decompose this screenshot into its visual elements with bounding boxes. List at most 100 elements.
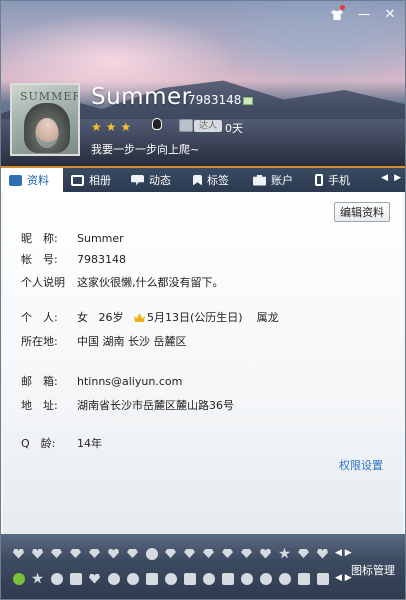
edit-profile-button[interactable]: 编辑资料 bbox=[334, 202, 390, 222]
security-icon[interactable] bbox=[106, 571, 121, 586]
icon-row-scroll[interactable]: ◀ ▶ bbox=[335, 548, 352, 558]
field-label: Q 龄: bbox=[21, 437, 56, 450]
field-value: htinns@aliyun.com bbox=[77, 375, 183, 388]
field-label: 地 址: bbox=[21, 399, 58, 412]
field-value: 中国 湖南 长沙 岳麓区 bbox=[77, 335, 187, 348]
trophy-icon[interactable] bbox=[49, 546, 64, 561]
tab-label: 手机 bbox=[328, 174, 350, 187]
star-icon: ★ bbox=[120, 120, 132, 134]
phone-icon bbox=[315, 174, 323, 186]
diamond-icon[interactable] bbox=[201, 546, 216, 561]
tab-album[interactable]: 相册 bbox=[63, 168, 123, 192]
tencent-icon[interactable] bbox=[277, 571, 292, 586]
app-icon[interactable] bbox=[68, 571, 83, 586]
tab-profile[interactable]: 资料 bbox=[1, 168, 63, 192]
avatar-portrait bbox=[24, 103, 70, 153]
moon-icon[interactable] bbox=[239, 571, 254, 586]
qzone-icon[interactable] bbox=[49, 571, 64, 586]
diamond-icon[interactable] bbox=[239, 546, 254, 561]
zodiac-value: 属龙 bbox=[256, 311, 279, 324]
nickname-row: 昵 称: Summer bbox=[21, 230, 124, 246]
badge-icon[interactable] bbox=[179, 119, 193, 132]
doc-icon[interactable] bbox=[315, 571, 330, 586]
diamond-icon[interactable] bbox=[163, 546, 178, 561]
field-value: 7983148 bbox=[77, 253, 126, 266]
profile-card-icon bbox=[9, 174, 22, 186]
gender-value: 女 bbox=[77, 311, 88, 324]
field-label: 帐 号: bbox=[21, 253, 58, 266]
shield-icon[interactable] bbox=[87, 571, 102, 586]
diamond-icon[interactable] bbox=[220, 546, 235, 561]
icon-manage-button[interactable]: 图标管理 bbox=[351, 562, 395, 578]
camera-icon[interactable] bbox=[144, 546, 159, 561]
tab-label: 账户 bbox=[271, 174, 293, 187]
star-badge-icon[interactable] bbox=[277, 546, 292, 561]
address-row: 地 址: 湖南省长沙市岳麓区麓山路36号 bbox=[21, 397, 234, 413]
profile-header: — ✕ SUMMER Summer 7983148 ★ ★ ★ 达人 0天 我要… bbox=[1, 1, 405, 166]
heart-icon[interactable] bbox=[11, 546, 26, 561]
tab-tags[interactable]: 标签 bbox=[185, 168, 245, 192]
tab-label: 资料 bbox=[27, 174, 49, 187]
avatar-text: SUMMER bbox=[20, 90, 80, 103]
tab-label: 标签 bbox=[207, 174, 229, 187]
field-value: Summer bbox=[77, 232, 124, 245]
grid-icon[interactable] bbox=[296, 571, 311, 586]
signature[interactable]: 我要一步一步向上爬~ bbox=[91, 141, 199, 157]
tab-scroll-right-icon[interactable]: ▶ bbox=[394, 173, 401, 183]
feed-icon bbox=[131, 174, 144, 186]
account-icon bbox=[253, 174, 266, 186]
heart-icon[interactable] bbox=[258, 546, 273, 561]
tab-label: 相册 bbox=[89, 174, 111, 187]
music-icon[interactable] bbox=[163, 571, 178, 586]
tab-feed[interactable]: 动态 bbox=[123, 168, 185, 192]
field-label: 昵 称: bbox=[21, 232, 58, 245]
personal-row: 个 人: 女 26岁 5月13日(公历生日) 属龙 bbox=[21, 309, 279, 325]
icon-bar: ◀ ▶ ◀ ▶ 图标管理 bbox=[1, 534, 405, 599]
tab-phone[interactable]: 手机 bbox=[307, 168, 367, 192]
close-button[interactable]: ✕ bbox=[383, 7, 397, 22]
field-label: 个人说明 bbox=[21, 276, 65, 289]
game-icon[interactable] bbox=[144, 571, 159, 586]
diamond-icon[interactable] bbox=[125, 546, 140, 561]
diamond-icon[interactable] bbox=[296, 546, 311, 561]
chess-icon[interactable] bbox=[220, 571, 235, 586]
video-icon[interactable] bbox=[182, 571, 197, 586]
icon-row-bottom bbox=[11, 571, 330, 586]
account-row: 帐 号: 7983148 bbox=[21, 251, 126, 267]
tab-bar: 资料 相册 动态 标签 账户 手机 ◀ ▶ bbox=[1, 166, 405, 192]
location-row: 所在地: 中国 湖南 长沙 岳麓区 bbox=[21, 333, 187, 349]
profile-window: — ✕ SUMMER Summer 7983148 ★ ★ ★ 达人 0天 我要… bbox=[0, 0, 406, 600]
smiley-icon[interactable] bbox=[11, 571, 26, 586]
birthday-value: 5月13日(公历生日) bbox=[147, 311, 243, 324]
id-card-icon bbox=[243, 97, 253, 105]
weibo-icon[interactable] bbox=[125, 571, 140, 586]
ship-icon[interactable] bbox=[68, 546, 83, 561]
star-icon: ★ bbox=[91, 120, 102, 134]
heart-icon[interactable] bbox=[315, 546, 330, 561]
crown-badge-icon[interactable] bbox=[87, 546, 102, 561]
heart-icon[interactable] bbox=[30, 546, 45, 561]
field-label: 所在地: bbox=[21, 335, 58, 348]
icon-row-scroll[interactable]: ◀ ▶ bbox=[335, 573, 352, 583]
tab-scroll-left-icon[interactable]: ◀ bbox=[381, 173, 388, 183]
diamond-icon[interactable] bbox=[182, 546, 197, 561]
field-value: 14年 bbox=[77, 437, 102, 450]
shirt-icon bbox=[331, 10, 343, 20]
pet-icon[interactable] bbox=[258, 571, 273, 586]
user-id: 7983148 bbox=[188, 93, 242, 107]
icon-row-top bbox=[11, 546, 330, 561]
heart-icon[interactable] bbox=[106, 546, 121, 561]
star-icon[interactable] bbox=[30, 571, 45, 586]
mail-icon[interactable] bbox=[201, 571, 216, 586]
minimize-button[interactable]: — bbox=[357, 7, 371, 22]
tab-account[interactable]: 账户 bbox=[245, 168, 307, 192]
skin-button[interactable] bbox=[331, 7, 345, 22]
level-stars[interactable]: ★ ★ ★ bbox=[91, 120, 131, 134]
avatar[interactable]: SUMMER bbox=[10, 83, 80, 156]
tab-label: 动态 bbox=[149, 174, 171, 187]
age-value: 26岁 bbox=[98, 311, 124, 324]
profile-details: 编辑资料 昵 称: Summer 帐 号: 7983148 个人说明 这家伙很懒,什么… bbox=[3, 192, 403, 534]
tag-icon bbox=[193, 174, 202, 186]
penguin-icon[interactable] bbox=[152, 118, 162, 130]
permission-settings-link[interactable]: 权限设置 bbox=[339, 457, 383, 473]
